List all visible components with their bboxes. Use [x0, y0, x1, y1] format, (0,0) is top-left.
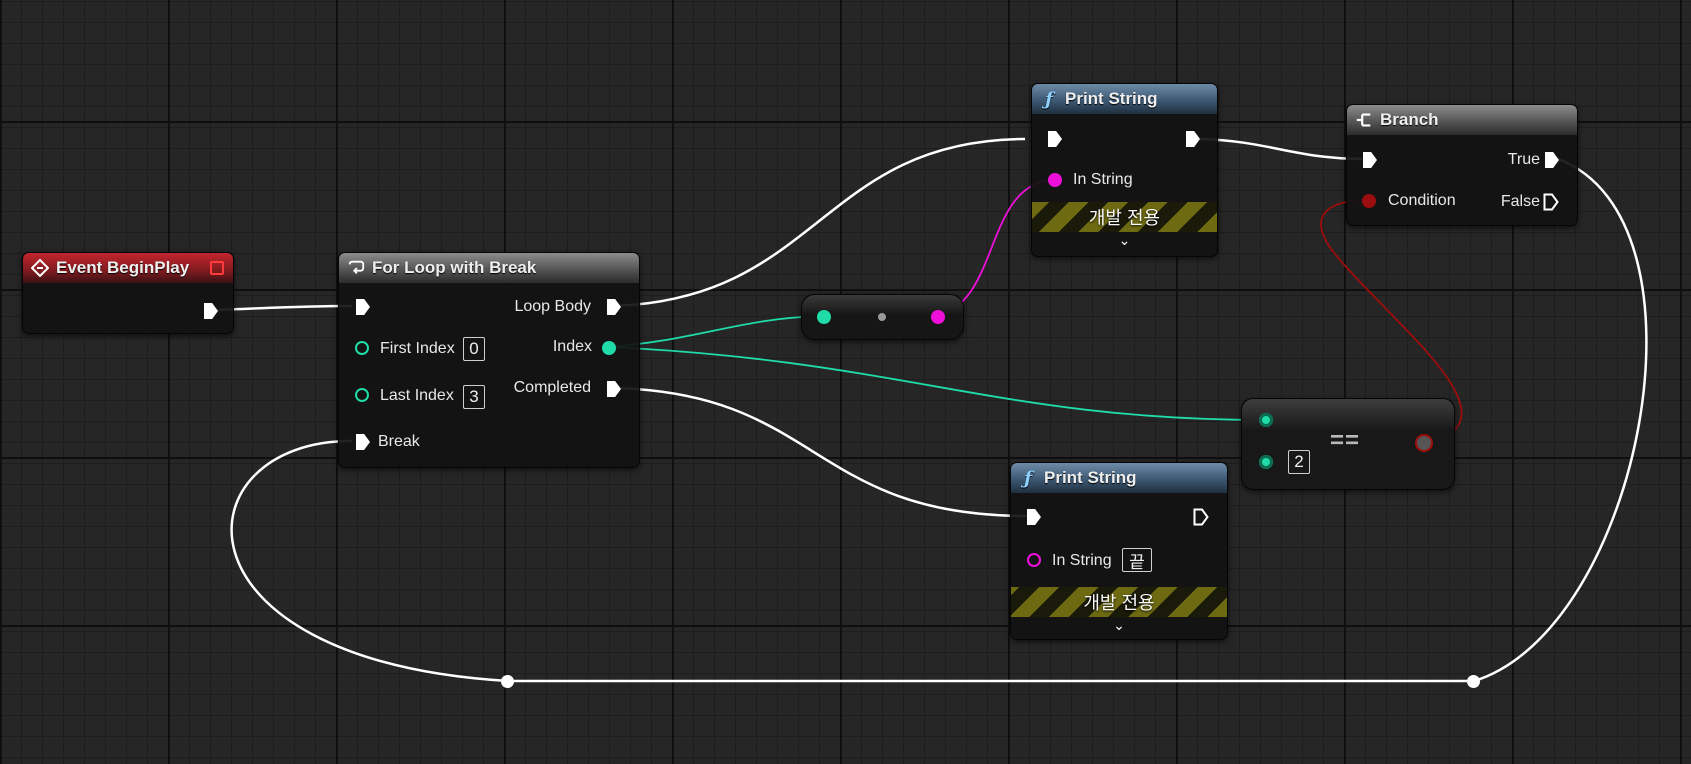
index-output-pin[interactable] [602, 341, 616, 355]
print-string-2-exec-in-pin[interactable] [1027, 509, 1041, 525]
equal-input-a-pin[interactable] [1259, 413, 1273, 427]
last-index-pin[interactable] [355, 388, 369, 402]
true-exec-out-pin[interactable] [1545, 152, 1559, 168]
event-beginplay-exec-out-pin[interactable] [204, 303, 218, 319]
exec-wire-beginplay-to-forloop [215, 304, 353, 312]
loop-body-exec-out-pin[interactable] [607, 299, 621, 315]
function-icon: ƒ [1045, 88, 1053, 110]
reroute-node-right[interactable] [1467, 675, 1480, 688]
print-string-2-exec-out-pin[interactable] [1193, 508, 1209, 526]
condition-input-pin[interactable] [1362, 194, 1376, 208]
equal-operator-label: == [1330, 427, 1361, 454]
condition-label: Condition [1388, 192, 1456, 209]
to-string-output-pin[interactable] [931, 310, 945, 324]
print-string-1-in-string-pin[interactable] [1048, 173, 1062, 187]
expand-chevron-icon[interactable]: ⌄ [1113, 617, 1125, 634]
loop-body-label: Loop Body [514, 298, 591, 315]
true-label: True [1507, 151, 1540, 168]
print-string-2-in-string-label: In String [1052, 552, 1112, 569]
development-only-banner: 개발 전용 [1011, 587, 1227, 617]
exec-wire-true-to-reroute [1473, 157, 1648, 683]
print-string-node-2[interactable]: ƒ Print String In String 끝 개발 전용 ⌄ [1010, 462, 1228, 640]
event-diamond-icon [31, 259, 49, 277]
false-exec-out-pin[interactable] [1543, 193, 1559, 211]
equal-integer-node[interactable]: 2 == [1241, 398, 1455, 490]
convert-icon [878, 313, 886, 321]
expand-chevron-icon[interactable]: ⌄ [1119, 232, 1131, 249]
completed-label: Completed [513, 379, 591, 396]
print-string-2-in-string-pin[interactable] [1027, 553, 1041, 567]
int-wire-index-to-equal [607, 346, 1266, 421]
branch-title: Branch [1380, 110, 1439, 129]
int-wire-index-to-tostring [607, 315, 824, 348]
exec-wire-completed-to-print2 [611, 386, 1028, 518]
equal-input-b-pin[interactable] [1259, 455, 1273, 469]
exec-wire-print1-to-branch [1199, 137, 1363, 161]
for-loop-exec-in-pin[interactable] [356, 299, 370, 315]
for-loop-with-break-node[interactable]: For Loop with Break Loop Body First Inde… [338, 252, 640, 468]
to-string-conversion-node[interactable] [801, 294, 964, 340]
event-delegate-pin[interactable] [210, 261, 224, 275]
exec-wire-reroute-to-break [230, 439, 509, 683]
print-string-1-in-string-label: In String [1073, 171, 1133, 188]
for-loop-header[interactable]: For Loop with Break [339, 253, 639, 283]
branch-icon [1355, 111, 1373, 129]
loop-icon [347, 259, 365, 277]
branch-header[interactable]: Branch [1347, 105, 1577, 135]
event-beginplay-header[interactable]: Event BeginPlay [23, 253, 233, 283]
branch-exec-in-pin[interactable] [1363, 152, 1377, 168]
completed-exec-out-pin[interactable] [607, 381, 621, 397]
last-index-label: Last Index [380, 387, 454, 404]
exec-wire-loopbody-to-print1 [611, 137, 1026, 308]
index-label: Index [552, 338, 592, 355]
print-string-node-1[interactable]: ƒ Print String In String 개발 전용 ⌄ [1031, 83, 1218, 257]
false-label: False [1500, 193, 1540, 210]
for-loop-title: For Loop with Break [372, 258, 537, 277]
print-string-1-exec-out-pin[interactable] [1186, 131, 1200, 147]
event-beginplay-title: Event BeginPlay [56, 258, 190, 277]
print-string-1-exec-in-pin[interactable] [1048, 131, 1062, 147]
reroute-node-left[interactable] [501, 675, 514, 688]
break-exec-in-pin[interactable] [356, 434, 370, 450]
first-index-label: First Index [380, 340, 455, 357]
to-string-input-pin[interactable] [817, 310, 831, 324]
branch-node[interactable]: Branch True Condition False [1346, 104, 1578, 226]
print-string-2-title: Print String [1044, 468, 1137, 487]
development-only-banner: 개발 전용 [1032, 202, 1217, 232]
print-string-2-in-string-input[interactable]: 끝 [1122, 548, 1152, 572]
print-string-1-header[interactable]: ƒ Print String [1032, 84, 1217, 114]
equal-output-pin[interactable] [1417, 436, 1431, 450]
print-string-2-header[interactable]: ƒ Print String [1011, 463, 1227, 493]
equal-input-b-value[interactable]: 2 [1288, 450, 1310, 474]
first-index-pin[interactable] [355, 341, 369, 355]
event-beginplay-node[interactable]: Event BeginPlay [22, 252, 234, 334]
print-string-1-title: Print String [1065, 89, 1158, 108]
break-label: Break [378, 433, 420, 450]
function-icon: ƒ [1024, 467, 1032, 489]
first-index-input[interactable]: 0 [463, 337, 485, 361]
last-index-input[interactable]: 3 [463, 385, 485, 409]
